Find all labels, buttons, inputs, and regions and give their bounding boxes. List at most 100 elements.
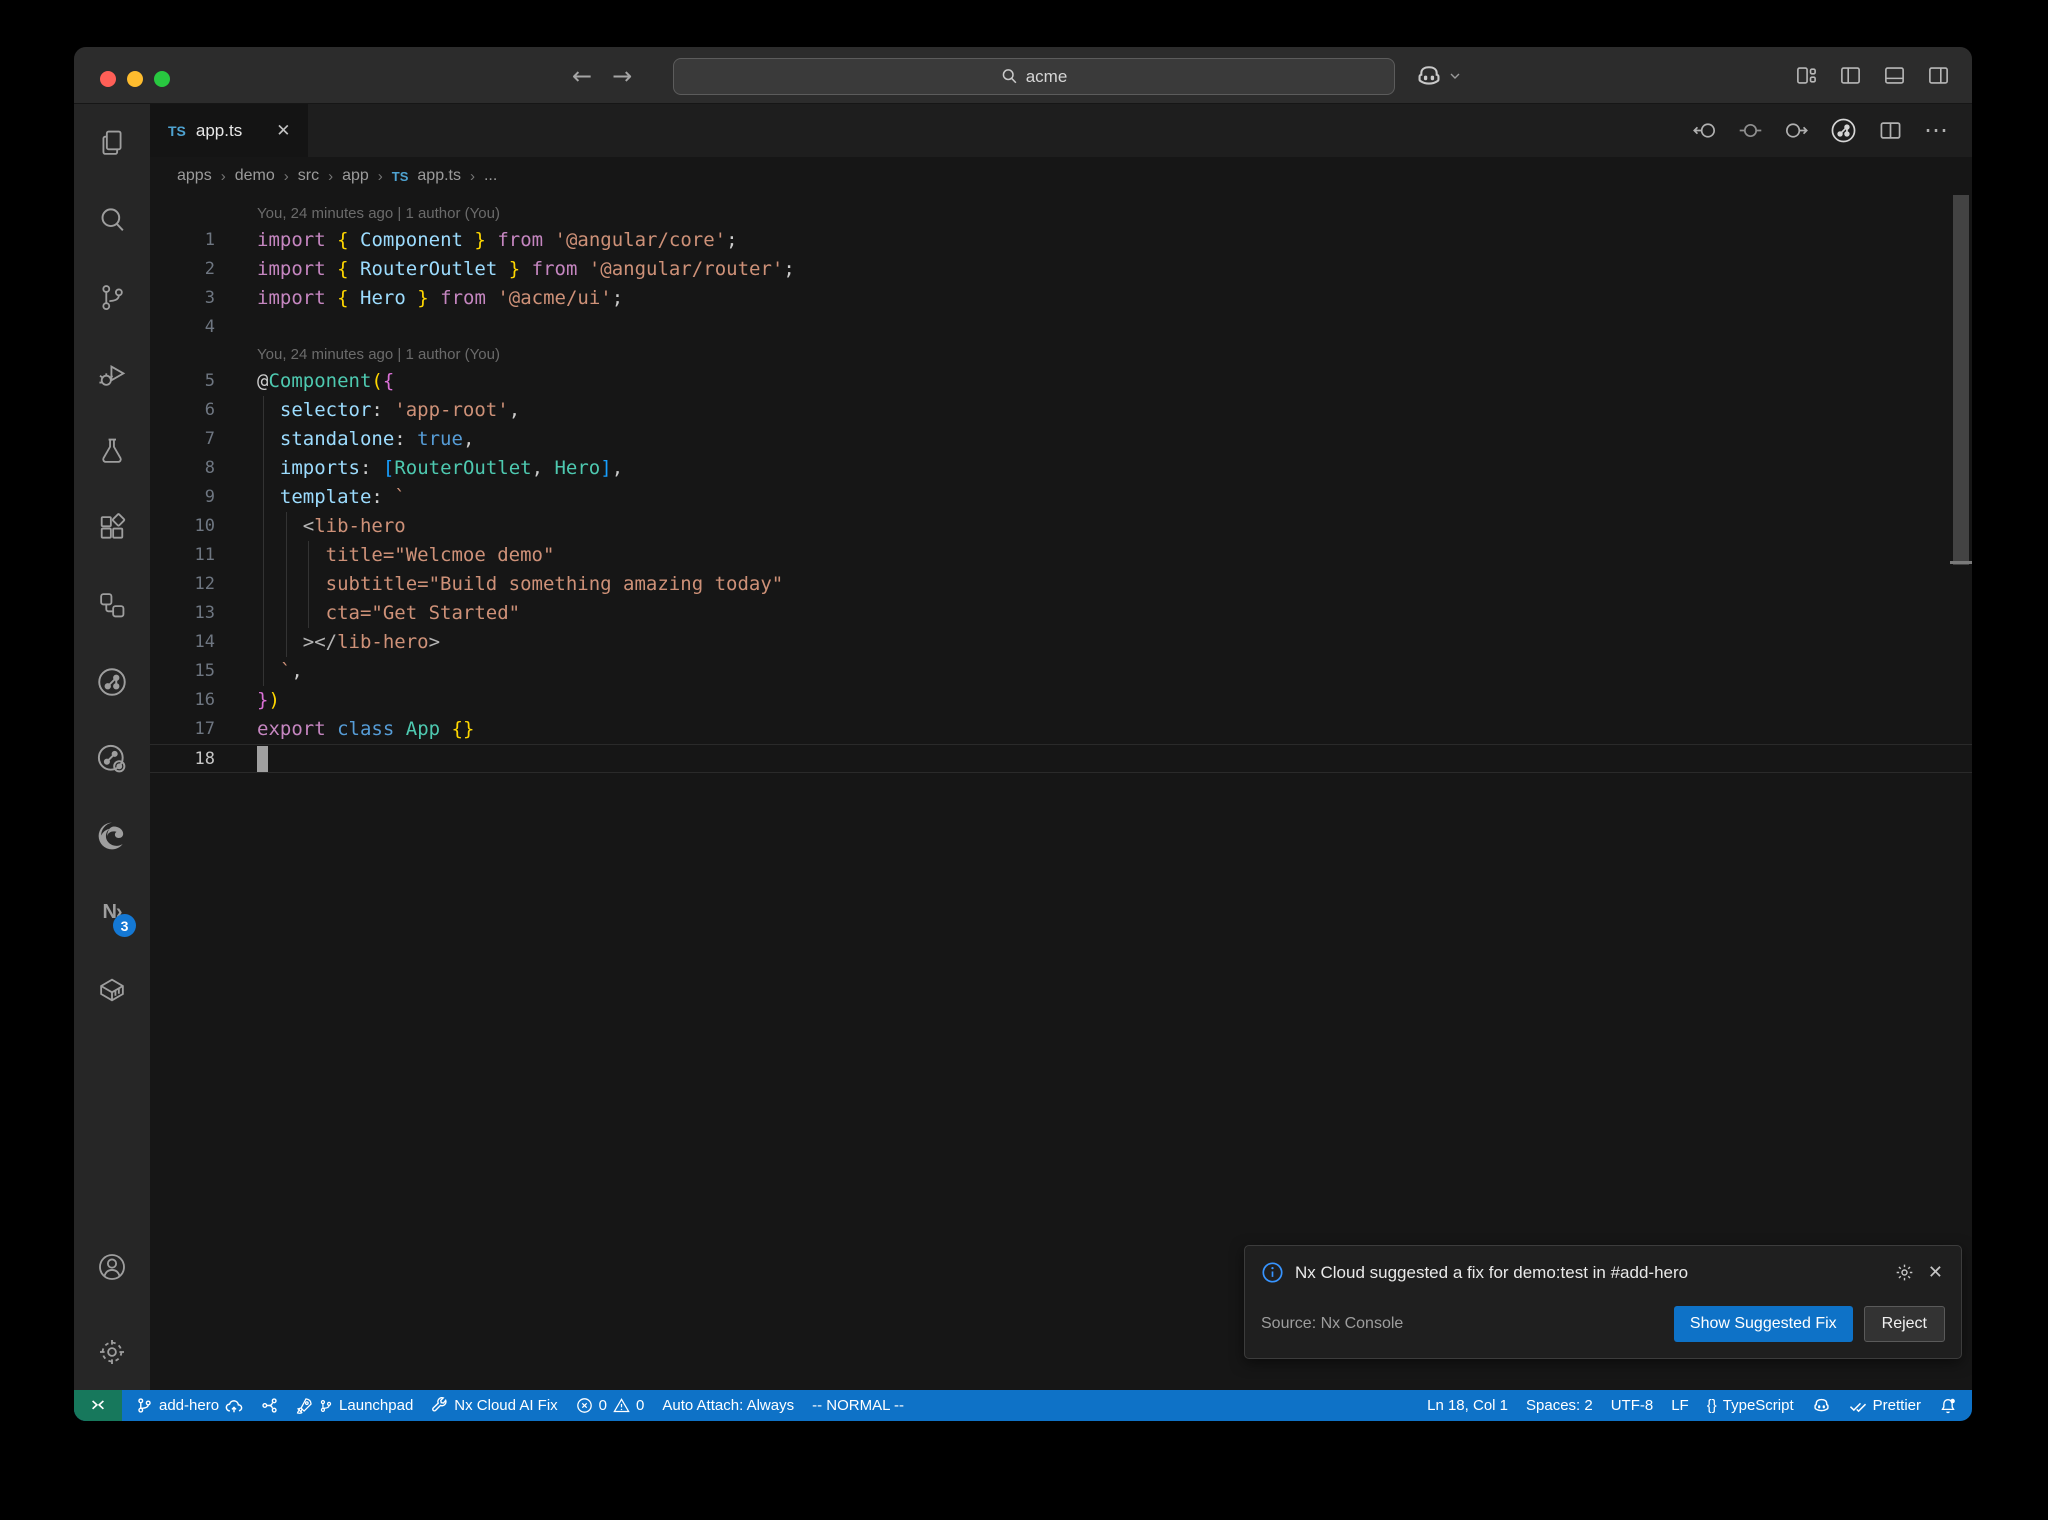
code-line[interactable]: 6 selector: 'app-root',: [150, 396, 1972, 425]
code-line[interactable]: 14 ></lib-hero>: [150, 628, 1972, 657]
formatter-item[interactable]: Prettier: [1840, 1390, 1930, 1421]
current-edit-icon[interactable]: [1738, 118, 1763, 143]
cursor-position-item[interactable]: Ln 18, Col 1: [1418, 1390, 1517, 1421]
code-line[interactable]: 17 export class App {}: [150, 715, 1972, 744]
chevron-right-icon: ›: [283, 167, 289, 185]
scrollbar-cursor-marker: [1950, 561, 1972, 564]
navigate-forward-edit-icon[interactable]: [1784, 118, 1809, 143]
zoom-window-button[interactable]: [154, 71, 170, 87]
container-icon[interactable]: [74, 951, 150, 1028]
breadcrumb-item[interactable]: demo: [235, 167, 275, 185]
notification-settings-icon[interactable]: [1894, 1262, 1915, 1283]
reject-button[interactable]: Reject: [1863, 1306, 1945, 1342]
close-tab-icon[interactable]: ✕: [276, 121, 290, 141]
publish-cloud-icon: [225, 1399, 243, 1412]
code-line[interactable]: 18: [150, 744, 1972, 773]
line-number: 16: [194, 690, 215, 710]
breadcrumb-overflow[interactable]: ...: [484, 167, 497, 185]
code-line[interactable]: 2 import { RouterOutlet } from '@angular/…: [150, 255, 1972, 284]
notification-close-icon[interactable]: ✕: [1926, 1262, 1945, 1283]
breadcrumb-file[interactable]: app.ts: [417, 167, 461, 185]
search-view-icon[interactable]: [74, 181, 150, 258]
copilot-menu[interactable]: [1415, 60, 1462, 92]
launchpad-label: Launchpad: [339, 1397, 414, 1414]
toggle-panel-icon[interactable]: [1883, 64, 1906, 87]
hierarchy-view-icon[interactable]: [74, 566, 150, 643]
command-center-search[interactable]: acme: [673, 58, 1395, 95]
code-line[interactable]: 3 import { Hero } from '@acme/ui';: [150, 284, 1972, 313]
eol-item[interactable]: LF: [1662, 1390, 1698, 1421]
code-line[interactable]: 15 `,: [150, 657, 1972, 686]
testing-icon[interactable]: [74, 412, 150, 489]
code-line[interactable]: 4: [150, 313, 1972, 342]
vim-mode-item[interactable]: -- NORMAL --: [803, 1390, 913, 1421]
branch-indicator[interactable]: add-hero: [127, 1390, 252, 1421]
tab-app-ts[interactable]: TS app.ts ✕: [150, 104, 309, 157]
chevron-right-icon: ›: [328, 167, 334, 185]
info-icon: [1262, 1262, 1283, 1283]
extensions-icon[interactable]: [74, 489, 150, 566]
run-debug-icon[interactable]: [74, 335, 150, 412]
explorer-icon[interactable]: [74, 104, 150, 181]
remote-indicator[interactable]: [74, 1390, 122, 1421]
copilot-status-item[interactable]: [1803, 1390, 1840, 1421]
bell-icon: [1941, 1398, 1955, 1413]
breadcrumb-item[interactable]: src: [298, 167, 319, 185]
chevron-down-icon: [1450, 73, 1460, 79]
encoding-item[interactable]: UTF-8: [1602, 1390, 1663, 1421]
toggle-secondary-sidebar-icon[interactable]: [1927, 64, 1950, 87]
problems-item[interactable]: 0 0: [567, 1390, 654, 1421]
code-line[interactable]: 16}): [150, 686, 1972, 715]
blame-annotation: You, 24 minutes ago | 1 author (You): [257, 346, 500, 363]
line-number: 4: [204, 317, 215, 337]
code-line[interactable]: 10 <lib-hero: [150, 512, 1972, 541]
accounts-icon[interactable]: [74, 1228, 150, 1305]
nx-cloud-ai-fix-item[interactable]: Nx Cloud AI Fix: [422, 1390, 566, 1421]
vscode-window: ← → acme N› 3 TS app.ts ✕ ⋯ apps › demo …: [74, 47, 1972, 1421]
nx-graph-search-icon[interactable]: [74, 720, 150, 797]
nx-graph-action-icon[interactable]: [1830, 117, 1857, 144]
edge-browser-icon[interactable]: [74, 797, 150, 874]
notification-title: Nx Cloud suggested a fix for demo:test i…: [1295, 1262, 1689, 1282]
source-control-icon[interactable]: [74, 258, 150, 335]
minimize-window-button[interactable]: [127, 71, 143, 87]
line-number: 3: [204, 288, 215, 308]
navigate-back-button[interactable]: ←: [572, 62, 592, 90]
code-editor[interactable]: You, 24 minutes ago | 1 author (You) 1 imp…: [150, 195, 1972, 1390]
nx-console-icon[interactable]: N› 3: [74, 874, 150, 951]
source-control-graph-item[interactable]: [252, 1390, 287, 1421]
search-icon: [1002, 69, 1017, 84]
breadcrumb-item[interactable]: apps: [177, 167, 212, 185]
status-bar: add-hero Launchpad Nx Cloud AI Fix 0 0 A…: [74, 1390, 1972, 1421]
nx-graph-icon[interactable]: [74, 643, 150, 720]
notifications-bell-item[interactable]: [1930, 1390, 1966, 1421]
scrollbar-thumb[interactable]: [1953, 195, 1969, 565]
rocket-icon: [296, 1398, 312, 1414]
launchpad-item[interactable]: Launchpad: [287, 1390, 422, 1421]
code-line[interactable]: 8 imports: [RouterOutlet, Hero],: [150, 454, 1972, 483]
code-line[interactable]: 12 subtitle="Build something amazing tod…: [150, 570, 1972, 599]
language-mode-item[interactable]: {} TypeScript: [1698, 1390, 1803, 1421]
show-suggested-fix-button[interactable]: Show Suggested Fix: [1673, 1306, 1853, 1342]
customize-layout-icon[interactable]: [1795, 64, 1818, 87]
breadcrumb-item[interactable]: app: [342, 167, 369, 185]
braces-icon: {}: [1706, 1397, 1717, 1414]
indentation-item[interactable]: Spaces: 2: [1517, 1390, 1602, 1421]
navigate-forward-button[interactable]: →: [612, 62, 632, 90]
text-cursor: [257, 746, 268, 772]
code-line[interactable]: 13 cta="Get Started": [150, 599, 1972, 628]
close-window-button[interactable]: [100, 71, 116, 87]
notification-source: Source: Nx Console: [1261, 1315, 1404, 1332]
code-line[interactable]: 9 template: `: [150, 483, 1972, 512]
code-line[interactable]: 1 import { Component } from '@angular/cor…: [150, 226, 1972, 255]
settings-gear-icon[interactable]: [74, 1313, 150, 1390]
more-actions-icon[interactable]: ⋯: [1924, 118, 1948, 143]
warnings-icon: [613, 1398, 630, 1413]
code-line[interactable]: 11 title="Welcmoe demo": [150, 541, 1972, 570]
navigate-back-edit-icon[interactable]: [1692, 118, 1717, 143]
split-editor-icon[interactable]: [1878, 118, 1903, 143]
toggle-primary-sidebar-icon[interactable]: [1839, 64, 1862, 87]
code-line[interactable]: 5 @Component({: [150, 367, 1972, 396]
auto-attach-item[interactable]: Auto Attach: Always: [653, 1390, 803, 1421]
code-line[interactable]: 7 standalone: true,: [150, 425, 1972, 454]
